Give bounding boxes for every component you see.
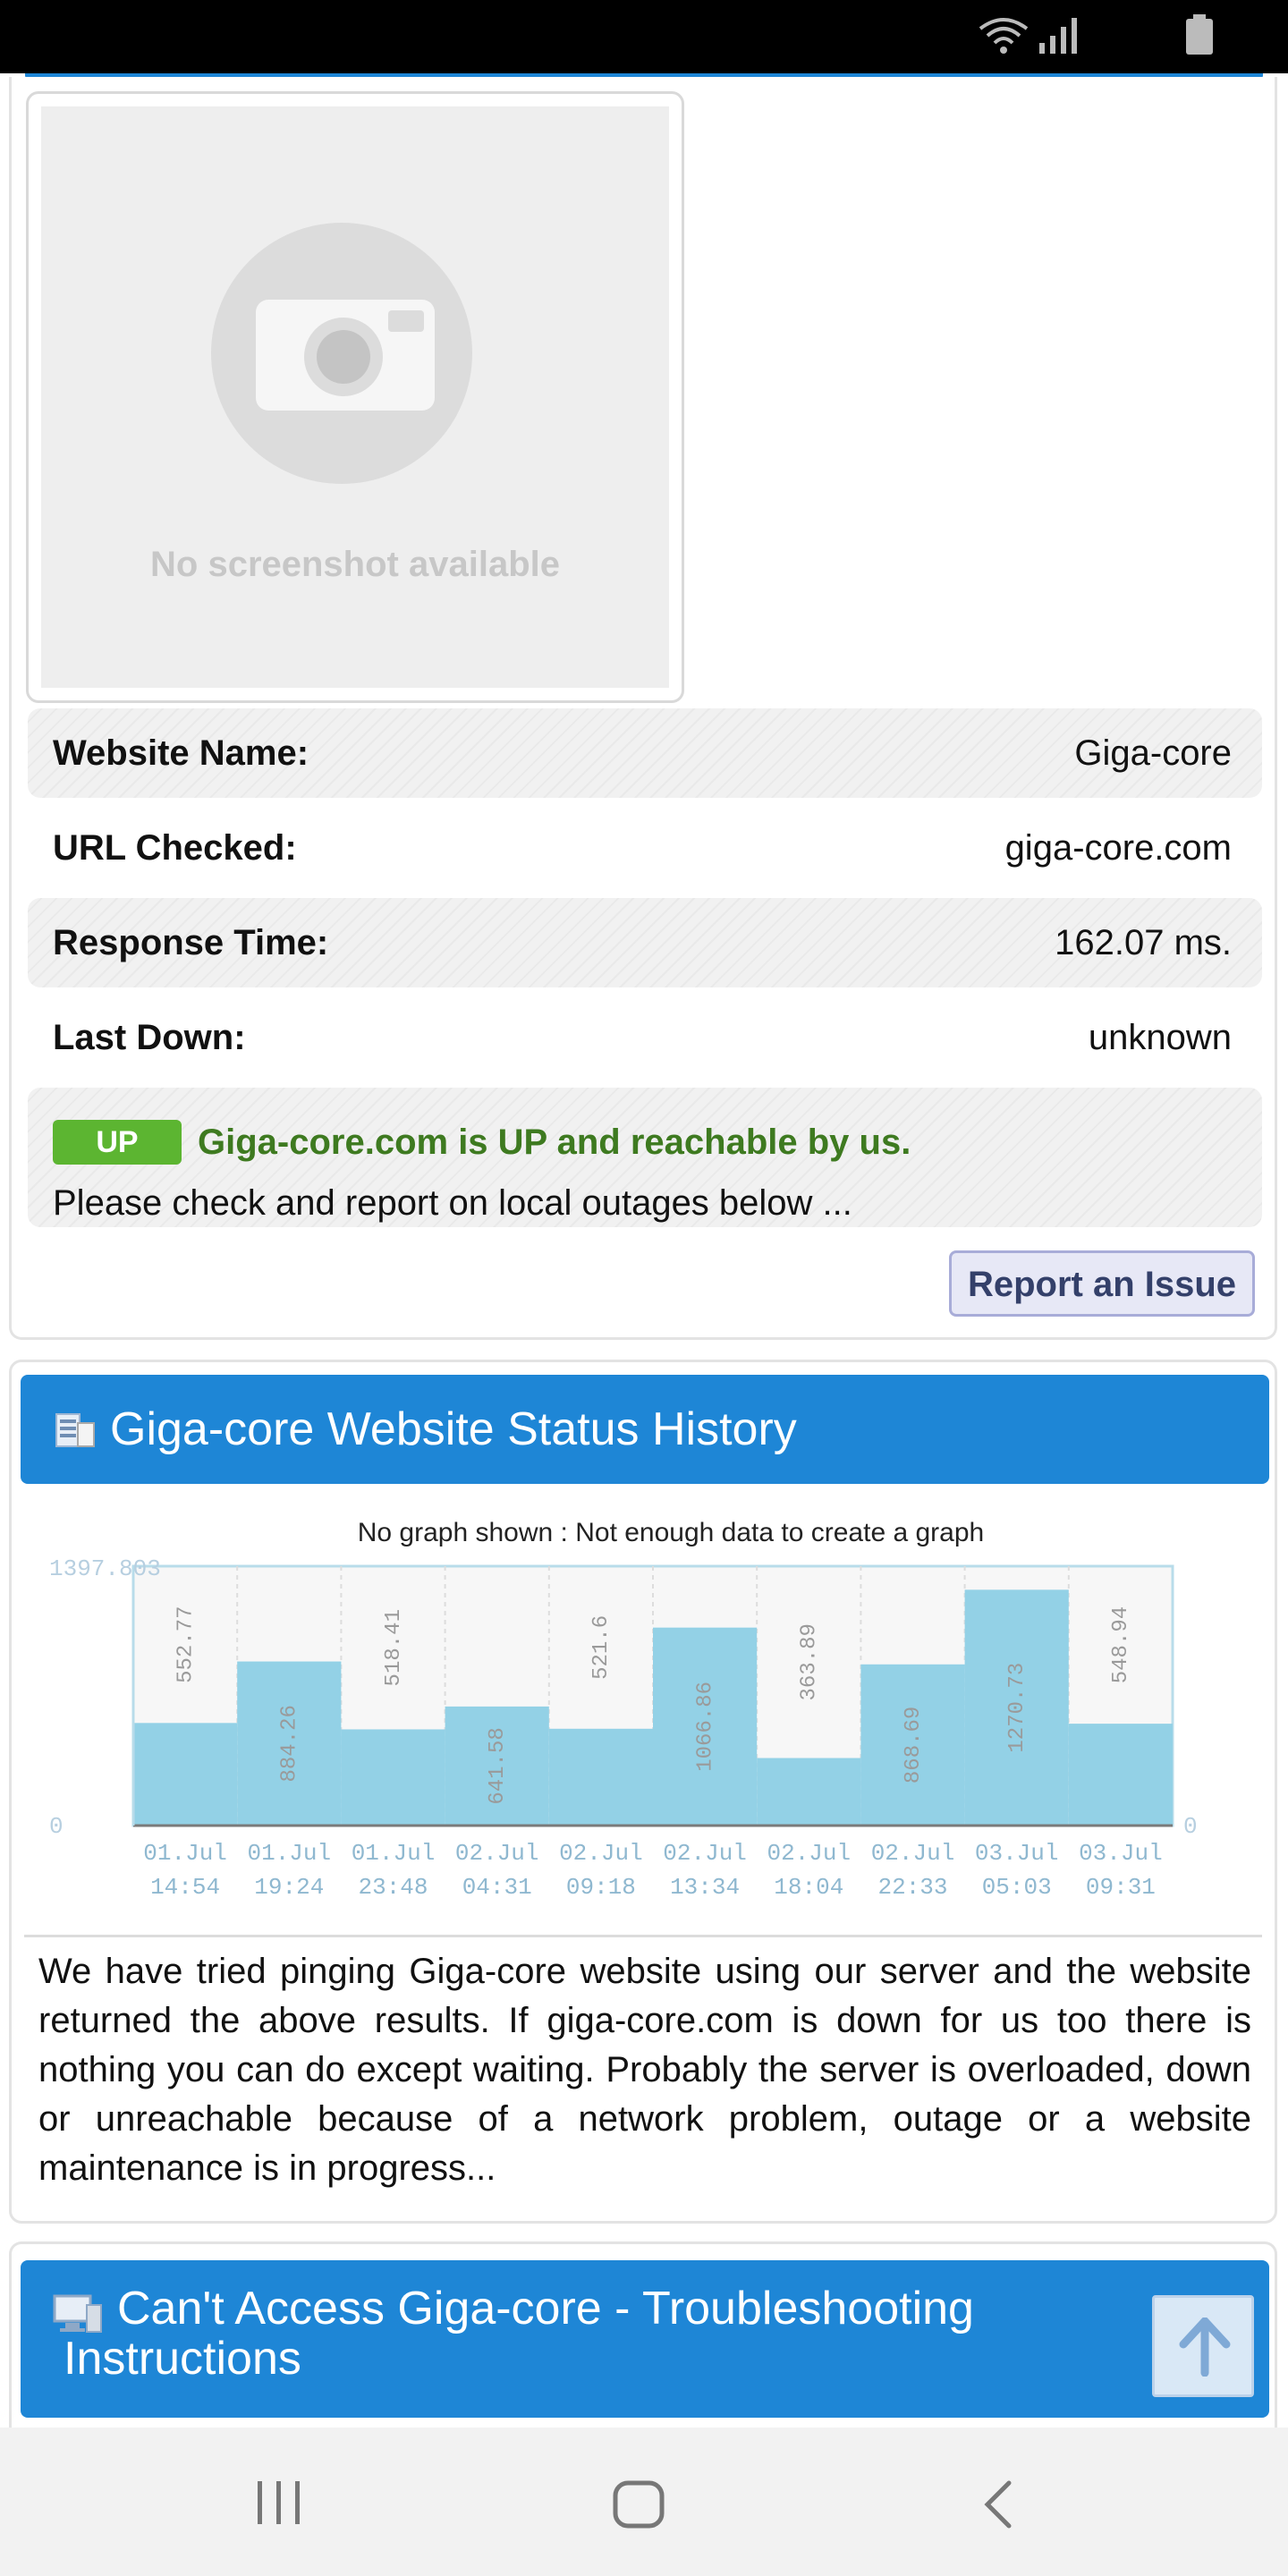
status-history-title: Giga-core Website Status History <box>110 1403 797 1455</box>
chart-bar <box>1068 1724 1173 1826</box>
system-nav-bar <box>0 2428 1288 2576</box>
recents-icon[interactable] <box>252 2479 306 2526</box>
chart-data-label: 552.77 <box>174 1606 198 1682</box>
info-value: giga-core.com <box>1004 828 1232 868</box>
screenshot-placeholder: No screenshot available <box>41 106 669 688</box>
chart-data-label: 518.41 <box>382 1609 406 1686</box>
info-label: Response Time: <box>53 923 329 962</box>
status-subtext: Please check and report on local outages… <box>53 1183 852 1223</box>
chart-x-tick-label: 01.Jul <box>247 1840 331 1867</box>
info-label: Website Name: <box>53 733 309 773</box>
up-status-badge: UP <box>53 1120 182 1165</box>
info-row-response-time: Response Time: 162.07 ms. <box>28 898 1262 987</box>
status-row: UP Giga-core.com is UP and reachable by … <box>28 1088 1262 1227</box>
chart-x-tick-label: 19:24 <box>254 1874 324 1901</box>
troubleshooting-card: Can't Access Giga-core - Troubleshooting… <box>9 2241 1277 2438</box>
chart-y-max-label: 1397.803 <box>49 1555 161 1582</box>
info-row-last-down: Last Down: unknown <box>28 993 1262 1082</box>
chart-y-right-label: 0 <box>1183 1813 1198 1840</box>
chart-x-tick-label: 09:18 <box>566 1874 636 1901</box>
status-history-header: Giga-core Website Status History <box>21 1375 1269 1484</box>
back-icon[interactable] <box>980 2479 1016 2529</box>
screenshot-frame: No screenshot available <box>26 91 684 703</box>
chart-x-tick-label: 22:33 <box>877 1874 947 1901</box>
info-value: Giga-core <box>1074 733 1232 773</box>
info-label: URL Checked: <box>53 828 297 868</box>
status-bar <box>0 0 1288 73</box>
chart-data-label: 521.6 <box>589 1615 614 1680</box>
chart-data-label: 1270.73 <box>1005 1663 1030 1753</box>
chart-x-tick-label: 23:48 <box>358 1874 428 1901</box>
info-value: 162.07 ms. <box>1055 923 1232 962</box>
chart-y-min-label: 0 <box>49 1813 64 1840</box>
status-history-description: We have tried pinging Giga-core website … <box>38 1952 1251 2188</box>
signal-icon <box>1039 18 1077 54</box>
status-history-card: Giga-core Website Status History No grap… <box>9 1360 1277 2224</box>
chart-x-tick-label: 02.Jul <box>663 1840 747 1867</box>
chart-data-label: 868.69 <box>902 1707 926 1784</box>
chart-x-tick-label: 03.Jul <box>1079 1840 1163 1867</box>
website-info-card: No screenshot available Website Name: Gi… <box>9 77 1277 1340</box>
chart-bar <box>133 1723 238 1826</box>
chart-x-tick-label: 01.Jul <box>352 1840 436 1867</box>
status-history-chart: No graph shown : Not enough data to crea… <box>49 1518 1198 1901</box>
chart-data-label: 1066.86 <box>693 1682 717 1772</box>
chart-x-tick-label: 02.Jul <box>871 1840 955 1867</box>
info-label: Last Down: <box>53 1018 246 1057</box>
no-screenshot-text: No screenshot available <box>150 545 560 584</box>
chart-bar <box>757 1758 861 1826</box>
status-message: Giga-core.com is UP and reachable by us. <box>198 1123 911 1162</box>
troubleshooting-title: Can't Access Giga-core - Troubleshooting… <box>64 2283 974 2385</box>
troubleshooting-header: Can't Access Giga-core - Troubleshooting… <box>21 2260 1269 2418</box>
divider <box>24 1935 1262 1937</box>
chart-bar <box>548 1728 653 1826</box>
home-icon[interactable] <box>612 2479 665 2529</box>
arrow-up-icon <box>1179 2318 1231 2377</box>
chart-data-label: 363.89 <box>798 1623 822 1700</box>
chart-x-tick-label: 03.Jul <box>975 1840 1059 1867</box>
chart-title: No graph shown : Not enough data to crea… <box>358 1518 984 1547</box>
back-to-top-button[interactable] <box>1152 2295 1254 2397</box>
chart-data-label: 884.26 <box>278 1705 302 1782</box>
info-row-website-name: Website Name: Giga-core <box>28 708 1262 798</box>
chart-data-label: 641.58 <box>486 1727 510 1804</box>
chart-data-label: 548.94 <box>1109 1606 1133 1683</box>
chart-bar <box>341 1729 445 1826</box>
chart-x-tick-label: 14:54 <box>150 1874 220 1901</box>
chart-x-tick-label: 01.Jul <box>143 1840 227 1867</box>
chart-x-tick-label: 05:03 <box>982 1874 1052 1901</box>
chart-x-tick-label: 13:34 <box>670 1874 740 1901</box>
chart-x-tick-label: 18:04 <box>774 1874 843 1901</box>
chart-x-tick-label: 02.Jul <box>767 1840 851 1867</box>
info-row-url-checked: URL Checked: giga-core.com <box>28 803 1262 893</box>
battery-icon <box>1186 14 1213 55</box>
chart-x-tick-label: 04:31 <box>462 1874 532 1901</box>
chart-x-tick-label: 02.Jul <box>455 1840 539 1867</box>
wifi-icon <box>979 18 1029 54</box>
chart-x-tick-label: 09:31 <box>1086 1874 1156 1901</box>
server-icon <box>55 1413 95 1447</box>
info-value: unknown <box>1088 1018 1232 1057</box>
camera-icon <box>256 300 435 411</box>
chart-x-tick-label: 02.Jul <box>559 1840 643 1867</box>
report-issue-button[interactable]: Report an Issue <box>949 1250 1255 1317</box>
